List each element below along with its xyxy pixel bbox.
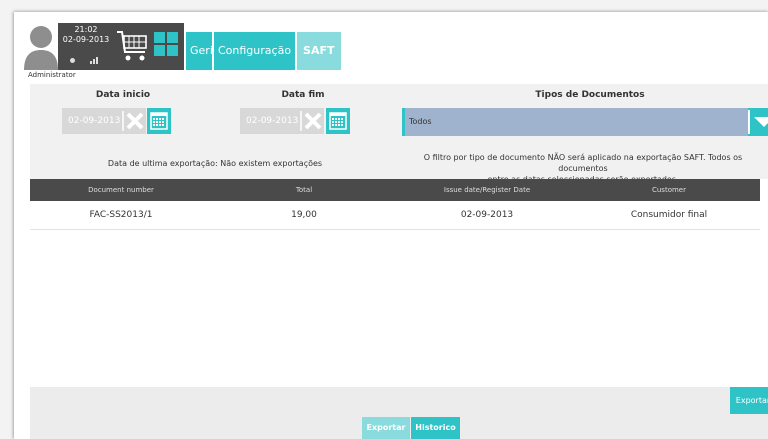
status-dot-icon	[70, 58, 75, 63]
status-panel: 21:02 02-09-2013	[58, 23, 184, 70]
table-row[interactable]: FAC-SS2013/1 19,00 02-09-2013 Consumidor…	[30, 201, 760, 230]
chevron-down-icon[interactable]	[748, 108, 768, 136]
doc-type-select[interactable]: Todos	[402, 108, 748, 136]
page: Administrator 21:02 02-09-2013 Gerir Con…	[14, 12, 768, 439]
doc-types-label: Tipos de Documentos	[535, 90, 645, 100]
end-date-calendar-icon[interactable]	[326, 108, 350, 134]
col-total[interactable]: Total	[212, 179, 396, 201]
filter-panel: Data inicio Data fim Tipos de Documentos…	[30, 84, 768, 184]
cell-document-number: FAC-SS2013/1	[89, 210, 153, 220]
history-tab-button[interactable]: Historico	[411, 417, 460, 439]
user-name: Administrator	[28, 71, 76, 79]
end-date-input[interactable]: 02-09-2013	[240, 108, 300, 134]
signal-icon	[90, 57, 98, 64]
cell-customer: Consumidor final	[630, 210, 708, 220]
apps-grid-icon[interactable]	[154, 32, 178, 56]
nav-saft[interactable]: SAFT	[297, 32, 341, 70]
clock-time: 21:02	[74, 25, 98, 34]
footer-bar: Exportar Exportar Historico	[30, 387, 768, 439]
nav-configuracao[interactable]: Configuração	[214, 32, 296, 70]
user-avatar-icon[interactable]	[22, 22, 60, 70]
col-document-number[interactable]: Document number	[30, 179, 212, 201]
clock-date: 02-09-2013	[62, 35, 110, 44]
clock: 21:02 02-09-2013	[60, 25, 112, 45]
start-date-calendar-icon[interactable]	[147, 108, 171, 134]
table-header: Document number Total Issue date/Registe…	[30, 179, 760, 201]
filter-note-line1: O filtro por tipo de documento NÃO será …	[423, 153, 743, 173]
documents-table: Document number Total Issue date/Registe…	[30, 179, 766, 387]
clear-start-date-icon[interactable]	[122, 108, 146, 134]
end-date-label: Data fim	[281, 90, 325, 100]
last-export-note: Data de ultima exportação: Não existem e…	[107, 159, 323, 168]
col-customer[interactable]: Customer	[578, 179, 760, 201]
nav-gerir[interactable]: Gerir	[186, 32, 217, 70]
cell-total: 19,00	[291, 210, 317, 220]
start-date-label: Data inicio	[95, 90, 151, 100]
cell-issue-date: 02-09-2013	[460, 210, 514, 220]
start-date-input[interactable]: 02-09-2013	[62, 108, 122, 134]
clear-end-date-icon[interactable]	[300, 108, 324, 134]
top-nav: Gerir Configuração SAFT	[186, 32, 343, 70]
col-issue-date[interactable]: Issue date/Register Date	[396, 179, 578, 201]
export-tab-button[interactable]: Exportar	[362, 417, 410, 439]
cart-icon[interactable]	[116, 28, 150, 64]
export-button[interactable]: Exportar	[730, 387, 768, 414]
